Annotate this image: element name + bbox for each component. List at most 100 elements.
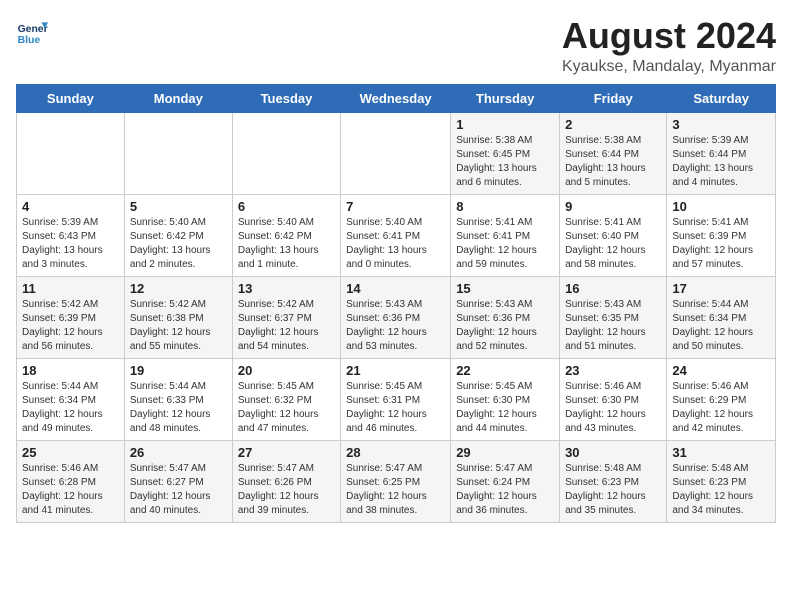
day-number: 15 bbox=[456, 281, 554, 296]
day-number: 14 bbox=[346, 281, 445, 296]
day-info: Sunrise: 5:46 AM Sunset: 6:28 PM Dayligh… bbox=[22, 462, 119, 518]
calendar-cell: 13 Sunrise: 5:42 AM Sunset: 6:37 PM Dayli… bbox=[232, 276, 340, 358]
day-info: Sunrise: 5:41 AM Sunset: 6:40 PM Dayligh… bbox=[565, 216, 661, 272]
weekday-header-thursday: Thursday bbox=[451, 84, 560, 112]
calendar-cell: 4 Sunrise: 5:39 AM Sunset: 6:43 PM Daylig… bbox=[17, 194, 125, 276]
calendar-cell: 28 Sunrise: 5:47 AM Sunset: 6:25 PM Dayli… bbox=[341, 440, 451, 522]
day-info: Sunrise: 5:47 AM Sunset: 6:27 PM Dayligh… bbox=[130, 462, 227, 518]
weekday-header-monday: Monday bbox=[124, 84, 232, 112]
day-info: Sunrise: 5:42 AM Sunset: 6:39 PM Dayligh… bbox=[22, 298, 119, 354]
calendar-cell: 2Sunrise: 5:38 AM Sunset: 6:44 PM Daylig… bbox=[560, 112, 667, 194]
calendar-cell: 15 Sunrise: 5:43 AM Sunset: 6:36 PM Dayli… bbox=[451, 276, 560, 358]
calendar-table: SundayMondayTuesdayWednesdayThursdayFrid… bbox=[16, 84, 776, 523]
day-number: 22 bbox=[456, 363, 554, 378]
day-number: 4 bbox=[22, 199, 119, 214]
header: General Blue August 2024 Kyaukse, Mandal… bbox=[16, 16, 776, 76]
day-info: Sunrise: 5:38 AM Sunset: 6:44 PM Dayligh… bbox=[565, 134, 661, 190]
day-number: 5 bbox=[130, 199, 227, 214]
calendar-subtitle: Kyaukse, Mandalay, Myanmar bbox=[562, 58, 776, 76]
day-info: Sunrise: 5:43 AM Sunset: 6:36 PM Dayligh… bbox=[346, 298, 445, 354]
calendar-cell: 30Sunrise: 5:48 AM Sunset: 6:23 PM Dayli… bbox=[560, 440, 667, 522]
calendar-cell: 25 Sunrise: 5:46 AM Sunset: 6:28 PM Dayli… bbox=[17, 440, 125, 522]
weekday-header-friday: Friday bbox=[560, 84, 667, 112]
day-number: 12 bbox=[130, 281, 227, 296]
calendar-cell: 23Sunrise: 5:46 AM Sunset: 6:30 PM Dayli… bbox=[560, 358, 667, 440]
calendar-cell: 8Sunrise: 5:41 AM Sunset: 6:41 PM Daylig… bbox=[451, 194, 560, 276]
calendar-cell: 10 Sunrise: 5:41 AM Sunset: 6:39 PM Dayli… bbox=[667, 194, 776, 276]
calendar-cell bbox=[124, 112, 232, 194]
day-info: Sunrise: 5:44 AM Sunset: 6:33 PM Dayligh… bbox=[130, 380, 227, 436]
calendar-cell: 17 Sunrise: 5:44 AM Sunset: 6:34 PM Dayli… bbox=[667, 276, 776, 358]
calendar-cell: 18 Sunrise: 5:44 AM Sunset: 6:34 PM Dayli… bbox=[17, 358, 125, 440]
day-info: Sunrise: 5:42 AM Sunset: 6:38 PM Dayligh… bbox=[130, 298, 227, 354]
calendar-cell: 20Sunrise: 5:45 AM Sunset: 6:32 PM Dayli… bbox=[232, 358, 340, 440]
title-area: August 2024 Kyaukse, Mandalay, Myanmar bbox=[562, 16, 776, 76]
day-number: 25 bbox=[22, 445, 119, 460]
day-number: 18 bbox=[22, 363, 119, 378]
calendar-cell: 14 Sunrise: 5:43 AM Sunset: 6:36 PM Dayli… bbox=[341, 276, 451, 358]
calendar-cell: 22 Sunrise: 5:45 AM Sunset: 6:30 PM Dayli… bbox=[451, 358, 560, 440]
day-number: 1 bbox=[456, 117, 554, 132]
day-info: Sunrise: 5:39 AM Sunset: 6:44 PM Dayligh… bbox=[672, 134, 770, 190]
calendar-cell: 9 Sunrise: 5:41 AM Sunset: 6:40 PM Daylig… bbox=[560, 194, 667, 276]
day-info: Sunrise: 5:47 AM Sunset: 6:24 PM Dayligh… bbox=[456, 462, 554, 518]
calendar-cell: 6Sunrise: 5:40 AM Sunset: 6:42 PM Daylig… bbox=[232, 194, 340, 276]
weekday-header-saturday: Saturday bbox=[667, 84, 776, 112]
day-number: 13 bbox=[238, 281, 335, 296]
day-info: Sunrise: 5:48 AM Sunset: 6:23 PM Dayligh… bbox=[565, 462, 661, 518]
day-number: 19 bbox=[130, 363, 227, 378]
day-number: 29 bbox=[456, 445, 554, 460]
calendar-cell: 11 Sunrise: 5:42 AM Sunset: 6:39 PM Dayli… bbox=[17, 276, 125, 358]
day-number: 10 bbox=[672, 199, 770, 214]
day-number: 11 bbox=[22, 281, 119, 296]
day-number: 7 bbox=[346, 199, 445, 214]
day-number: 28 bbox=[346, 445, 445, 460]
calendar-week-row: 25 Sunrise: 5:46 AM Sunset: 6:28 PM Dayli… bbox=[17, 440, 776, 522]
day-info: Sunrise: 5:46 AM Sunset: 6:30 PM Dayligh… bbox=[565, 380, 661, 436]
day-number: 16 bbox=[565, 281, 661, 296]
calendar-cell: 5 Sunrise: 5:40 AM Sunset: 6:42 PM Daylig… bbox=[124, 194, 232, 276]
day-number: 31 bbox=[672, 445, 770, 460]
day-info: Sunrise: 5:44 AM Sunset: 6:34 PM Dayligh… bbox=[672, 298, 770, 354]
weekday-header-wednesday: Wednesday bbox=[341, 84, 451, 112]
day-info: Sunrise: 5:45 AM Sunset: 6:30 PM Dayligh… bbox=[456, 380, 554, 436]
calendar-week-row: 11 Sunrise: 5:42 AM Sunset: 6:39 PM Dayli… bbox=[17, 276, 776, 358]
day-info: Sunrise: 5:42 AM Sunset: 6:37 PM Dayligh… bbox=[238, 298, 335, 354]
day-info: Sunrise: 5:43 AM Sunset: 6:35 PM Dayligh… bbox=[565, 298, 661, 354]
calendar-cell bbox=[341, 112, 451, 194]
calendar-week-row: 18 Sunrise: 5:44 AM Sunset: 6:34 PM Dayli… bbox=[17, 358, 776, 440]
calendar-cell: 3Sunrise: 5:39 AM Sunset: 6:44 PM Daylig… bbox=[667, 112, 776, 194]
day-info: Sunrise: 5:44 AM Sunset: 6:34 PM Dayligh… bbox=[22, 380, 119, 436]
day-number: 20 bbox=[238, 363, 335, 378]
calendar-cell: 29 Sunrise: 5:47 AM Sunset: 6:24 PM Dayli… bbox=[451, 440, 560, 522]
calendar-cell: 12 Sunrise: 5:42 AM Sunset: 6:38 PM Dayli… bbox=[124, 276, 232, 358]
day-number: 26 bbox=[130, 445, 227, 460]
calendar-cell: 16 Sunrise: 5:43 AM Sunset: 6:35 PM Dayli… bbox=[560, 276, 667, 358]
logo-icon: General Blue bbox=[16, 16, 48, 48]
calendar-cell bbox=[232, 112, 340, 194]
day-info: Sunrise: 5:46 AM Sunset: 6:29 PM Dayligh… bbox=[672, 380, 770, 436]
day-number: 6 bbox=[238, 199, 335, 214]
day-info: Sunrise: 5:48 AM Sunset: 6:23 PM Dayligh… bbox=[672, 462, 770, 518]
logo: General Blue bbox=[16, 16, 48, 48]
calendar-cell: 31 Sunrise: 5:48 AM Sunset: 6:23 PM Dayli… bbox=[667, 440, 776, 522]
calendar-week-row: 1 Sunrise: 5:38 AM Sunset: 6:45 PM Daylig… bbox=[17, 112, 776, 194]
day-info: Sunrise: 5:43 AM Sunset: 6:36 PM Dayligh… bbox=[456, 298, 554, 354]
day-info: Sunrise: 5:47 AM Sunset: 6:26 PM Dayligh… bbox=[238, 462, 335, 518]
calendar-cell: 1 Sunrise: 5:38 AM Sunset: 6:45 PM Daylig… bbox=[451, 112, 560, 194]
calendar-cell: 24Sunrise: 5:46 AM Sunset: 6:29 PM Dayli… bbox=[667, 358, 776, 440]
day-number: 17 bbox=[672, 281, 770, 296]
day-info: Sunrise: 5:41 AM Sunset: 6:39 PM Dayligh… bbox=[672, 216, 770, 272]
day-info: Sunrise: 5:38 AM Sunset: 6:45 PM Dayligh… bbox=[456, 134, 554, 190]
day-info: Sunrise: 5:40 AM Sunset: 6:41 PM Dayligh… bbox=[346, 216, 445, 272]
calendar-cell: 21Sunrise: 5:45 AM Sunset: 6:31 PM Dayli… bbox=[341, 358, 451, 440]
day-info: Sunrise: 5:40 AM Sunset: 6:42 PM Dayligh… bbox=[130, 216, 227, 272]
svg-text:Blue: Blue bbox=[18, 35, 41, 46]
day-info: Sunrise: 5:39 AM Sunset: 6:43 PM Dayligh… bbox=[22, 216, 119, 272]
calendar-cell: 19 Sunrise: 5:44 AM Sunset: 6:33 PM Dayli… bbox=[124, 358, 232, 440]
day-info: Sunrise: 5:47 AM Sunset: 6:25 PM Dayligh… bbox=[346, 462, 445, 518]
day-number: 8 bbox=[456, 199, 554, 214]
day-info: Sunrise: 5:45 AM Sunset: 6:31 PM Dayligh… bbox=[346, 380, 445, 436]
day-number: 9 bbox=[565, 199, 661, 214]
calendar-title: August 2024 bbox=[562, 16, 776, 56]
